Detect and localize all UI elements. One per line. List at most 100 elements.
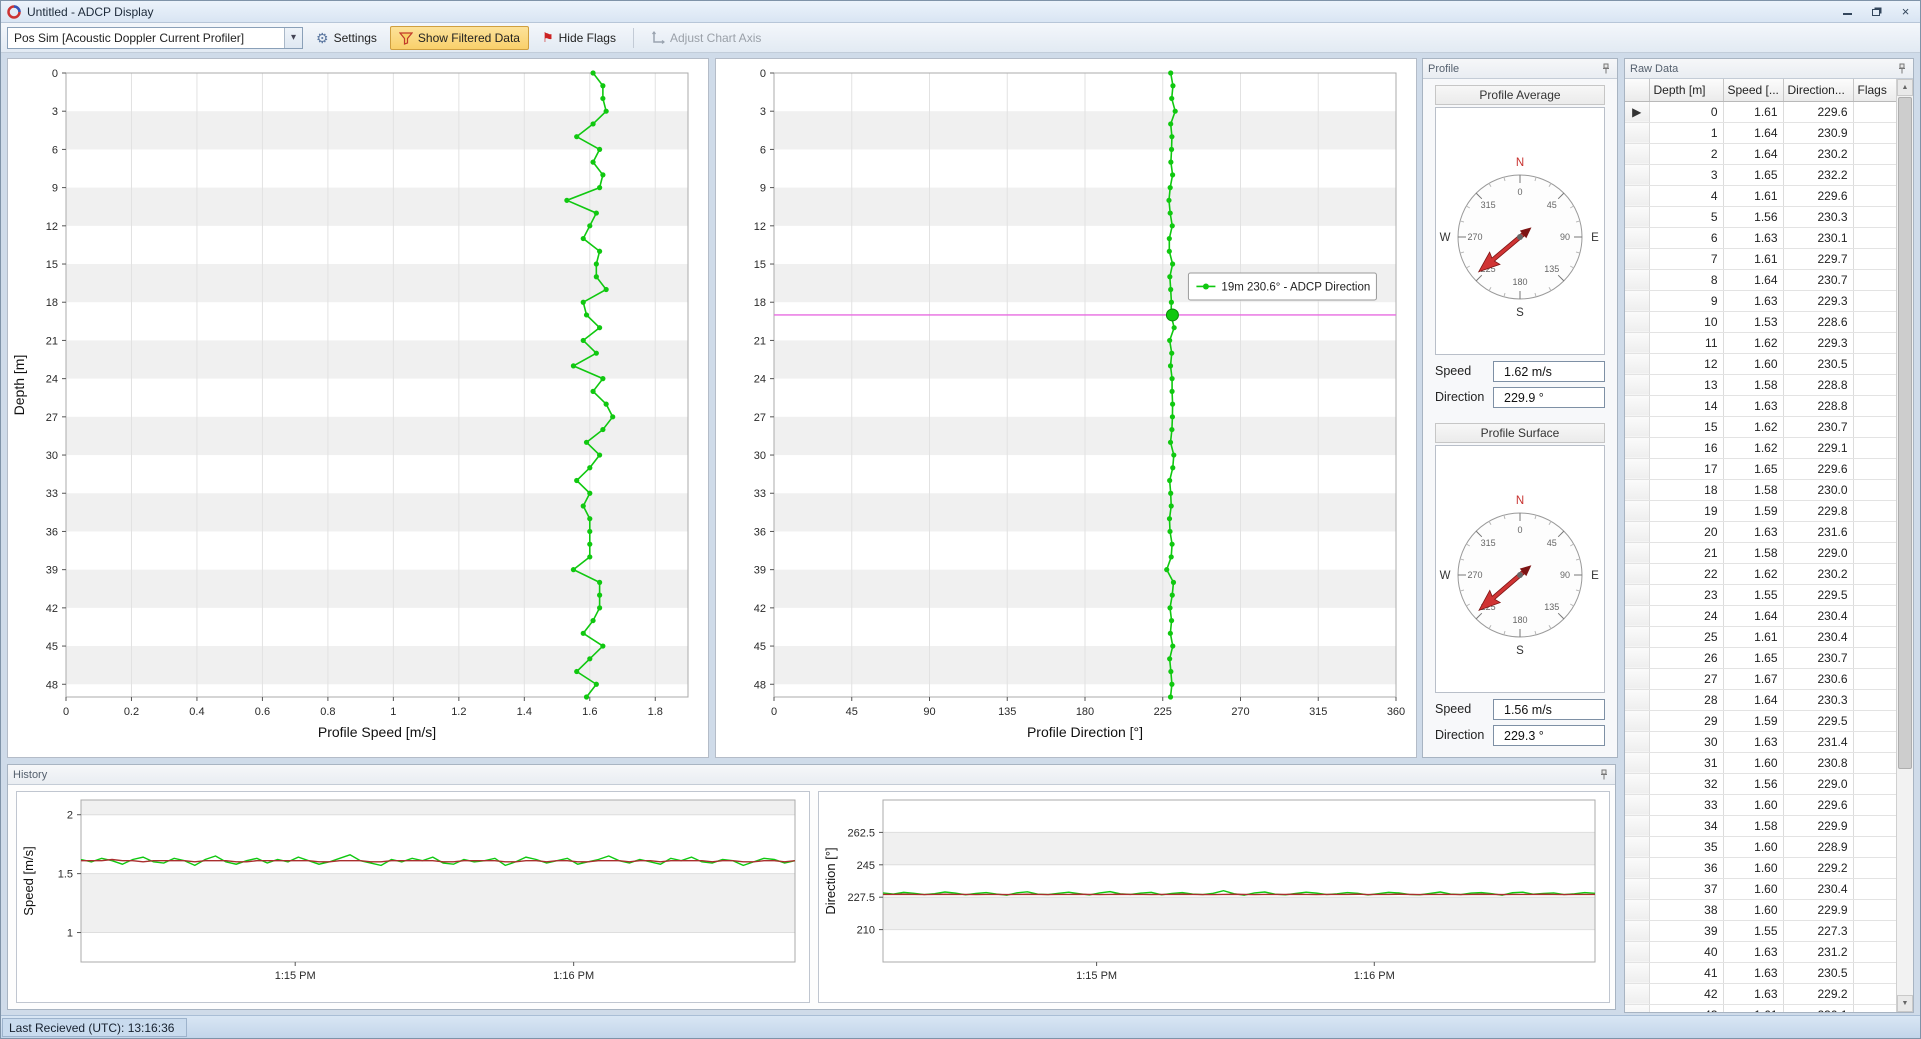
table-row[interactable]: 51.56230.3 <box>1625 206 1896 227</box>
current-row-marker[interactable]: ▶ <box>1625 101 1649 122</box>
table-row[interactable]: 131.58228.8 <box>1625 374 1896 395</box>
table-row[interactable]: ▶01.61229.6 <box>1625 101 1896 122</box>
minimize-button[interactable] <box>1833 1 1862 22</box>
row-gutter[interactable] <box>1625 836 1649 857</box>
pin-icon[interactable] <box>1600 63 1612 75</box>
row-gutter[interactable] <box>1625 122 1649 143</box>
table-row[interactable]: 151.62230.7 <box>1625 416 1896 437</box>
row-gutter[interactable] <box>1625 248 1649 269</box>
row-gutter[interactable] <box>1625 773 1649 794</box>
row-gutter[interactable] <box>1625 353 1649 374</box>
table-row[interactable]: 241.64230.4 <box>1625 605 1896 626</box>
row-gutter[interactable] <box>1625 605 1649 626</box>
table-row[interactable]: 261.65230.7 <box>1625 647 1896 668</box>
table-row[interactable]: 81.64230.7 <box>1625 269 1896 290</box>
table-row[interactable]: 291.59229.5 <box>1625 710 1896 731</box>
row-gutter[interactable] <box>1625 332 1649 353</box>
restore-button[interactable] <box>1862 1 1891 22</box>
direction-history-chart[interactable]: 210227.5245262.51:15 PM1:16 PMDirection … <box>818 791 1610 1003</box>
row-gutter[interactable] <box>1625 815 1649 836</box>
settings-button[interactable]: ⚙ Settings <box>307 26 386 50</box>
table-row[interactable]: 71.61229.7 <box>1625 248 1896 269</box>
row-gutter[interactable] <box>1625 458 1649 479</box>
row-gutter[interactable] <box>1625 899 1649 920</box>
table-row[interactable]: 211.58229.0 <box>1625 542 1896 563</box>
scroll-down-icon[interactable]: ▼ <box>1897 995 1913 1012</box>
vertical-scrollbar[interactable]: ▲ ▼ <box>1896 79 1913 1012</box>
table-row[interactable]: 101.53228.6 <box>1625 311 1896 332</box>
table-row[interactable]: 321.56229.0 <box>1625 773 1896 794</box>
row-gutter[interactable] <box>1625 983 1649 1004</box>
table-row[interactable]: 401.63231.2 <box>1625 941 1896 962</box>
table-row[interactable]: 171.65229.6 <box>1625 458 1896 479</box>
pin-icon[interactable] <box>1896 63 1908 75</box>
table-row[interactable]: 391.55227.3 <box>1625 920 1896 941</box>
row-gutter[interactable] <box>1625 857 1649 878</box>
table-row[interactable]: 191.59229.8 <box>1625 500 1896 521</box>
show-filtered-data-button[interactable]: Show Filtered Data <box>390 26 529 50</box>
table-row[interactable]: 251.61230.4 <box>1625 626 1896 647</box>
table-row[interactable]: 201.63231.6 <box>1625 521 1896 542</box>
table-row[interactable]: 431.61230.1 <box>1625 1004 1896 1012</box>
table-row[interactable]: 181.58230.0 <box>1625 479 1896 500</box>
column-header[interactable]: Direction... <box>1783 79 1853 101</box>
row-gutter[interactable] <box>1625 206 1649 227</box>
table-row[interactable]: 121.60230.5 <box>1625 353 1896 374</box>
table-row[interactable]: 141.63228.8 <box>1625 395 1896 416</box>
table-row[interactable]: 271.67230.6 <box>1625 668 1896 689</box>
profile-speed-chart[interactable]: 00.20.40.60.811.21.41.61.803691215182124… <box>7 58 709 758</box>
row-gutter[interactable] <box>1625 920 1649 941</box>
row-gutter[interactable] <box>1625 626 1649 647</box>
column-header[interactable]: Depth [m] <box>1649 79 1723 101</box>
device-selector[interactable]: Pos Sim [Acoustic Doppler Current Profil… <box>7 27 303 49</box>
table-row[interactable]: 301.63231.4 <box>1625 731 1896 752</box>
profile-direction-chart[interactable]: 0459013518022527031536003691215182124273… <box>715 58 1417 758</box>
hide-flags-button[interactable]: ⚑ Hide Flags <box>533 26 625 50</box>
row-gutter[interactable] <box>1625 185 1649 206</box>
row-gutter[interactable] <box>1625 227 1649 248</box>
row-gutter[interactable] <box>1625 584 1649 605</box>
row-gutter[interactable] <box>1625 311 1649 332</box>
row-gutter[interactable] <box>1625 962 1649 983</box>
table-row[interactable]: 231.55229.5 <box>1625 584 1896 605</box>
row-gutter[interactable] <box>1625 794 1649 815</box>
pin-icon[interactable] <box>1598 769 1610 781</box>
table-row[interactable]: 221.62230.2 <box>1625 563 1896 584</box>
column-header[interactable]: Speed [... <box>1723 79 1783 101</box>
row-gutter[interactable] <box>1625 941 1649 962</box>
table-row[interactable]: 161.62229.1 <box>1625 437 1896 458</box>
table-row[interactable]: 31.65232.2 <box>1625 164 1896 185</box>
row-gutter[interactable] <box>1625 290 1649 311</box>
table-row[interactable]: 381.60229.9 <box>1625 899 1896 920</box>
row-gutter[interactable] <box>1625 1004 1649 1012</box>
row-gutter[interactable] <box>1625 416 1649 437</box>
row-gutter[interactable] <box>1625 542 1649 563</box>
speed-history-chart[interactable]: 11.521:15 PM1:16 PMSpeed [m/s] <box>16 791 810 1003</box>
row-gutter[interactable] <box>1625 731 1649 752</box>
row-gutter[interactable] <box>1625 668 1649 689</box>
row-gutter[interactable] <box>1625 689 1649 710</box>
scroll-up-icon[interactable]: ▲ <box>1897 79 1913 96</box>
row-gutter[interactable] <box>1625 710 1649 731</box>
table-row[interactable]: 111.62229.3 <box>1625 332 1896 353</box>
row-gutter[interactable] <box>1625 479 1649 500</box>
row-gutter[interactable] <box>1625 269 1649 290</box>
row-gutter[interactable] <box>1625 752 1649 773</box>
table-row[interactable]: 311.60230.8 <box>1625 752 1896 773</box>
table-row[interactable]: 61.63230.1 <box>1625 227 1896 248</box>
scrollbar-thumb[interactable] <box>1898 97 1912 769</box>
table-row[interactable]: 281.64230.3 <box>1625 689 1896 710</box>
row-gutter[interactable] <box>1625 437 1649 458</box>
chevron-down-icon[interactable]: ▾ <box>284 28 302 48</box>
table-row[interactable]: 361.60229.2 <box>1625 857 1896 878</box>
row-gutter[interactable] <box>1625 500 1649 521</box>
table-row[interactable]: 371.60230.4 <box>1625 878 1896 899</box>
table-row[interactable]: 351.60228.9 <box>1625 836 1896 857</box>
table-row[interactable]: 411.63230.5 <box>1625 962 1896 983</box>
row-gutter[interactable] <box>1625 647 1649 668</box>
row-gutter[interactable] <box>1625 164 1649 185</box>
column-header[interactable]: Flags <box>1853 79 1896 101</box>
row-gutter[interactable] <box>1625 878 1649 899</box>
table-row[interactable]: 41.61229.6 <box>1625 185 1896 206</box>
close-button[interactable]: × <box>1891 1 1920 22</box>
